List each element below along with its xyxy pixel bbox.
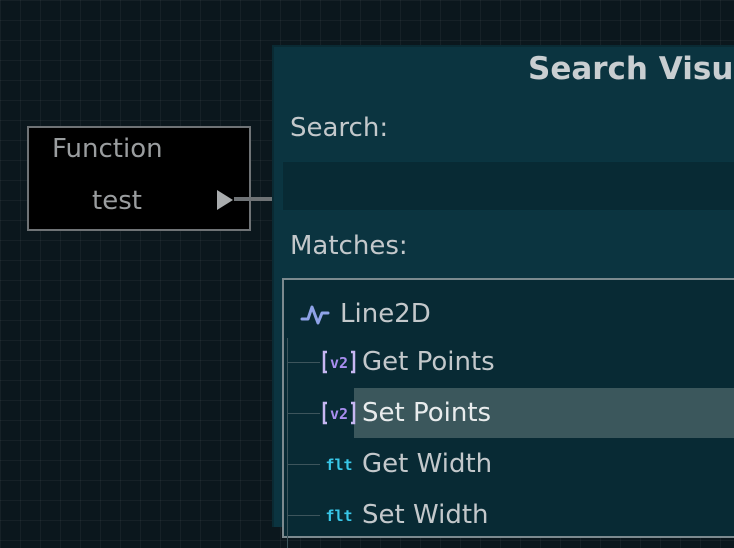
matches-tree[interactable]: Line2D v2 Get Points v2 Set Points flt G… bbox=[282, 278, 734, 548]
line-chart-icon bbox=[300, 305, 330, 325]
vector2-type-icon: v2 bbox=[322, 350, 356, 374]
tree-item-label: Set Width bbox=[362, 500, 489, 530]
tree-item-line2d[interactable]: Line2D bbox=[300, 296, 431, 332]
tree-item-label: Get Points bbox=[362, 347, 495, 377]
vector2-type-icon: v2 bbox=[322, 401, 356, 425]
search-label: Search: bbox=[290, 113, 389, 143]
node-name-label: test bbox=[92, 186, 142, 216]
function-node[interactable]: Function test bbox=[27, 126, 251, 231]
svg-text:flt: flt bbox=[325, 507, 352, 525]
svg-text:v2: v2 bbox=[330, 354, 348, 372]
search-input[interactable] bbox=[282, 161, 734, 211]
tree-item-get-points[interactable]: v2 Get Points bbox=[288, 337, 734, 387]
tree-item-label: Set Points bbox=[362, 398, 492, 428]
tree-item-label: Get Width bbox=[362, 449, 493, 479]
float-type-icon: flt bbox=[322, 452, 356, 476]
svg-text:v2: v2 bbox=[330, 405, 348, 423]
node-type-label: Function bbox=[52, 134, 163, 164]
tree-item-label: Line2D bbox=[340, 299, 431, 329]
svg-text:flt: flt bbox=[325, 456, 352, 474]
connection-wire bbox=[234, 197, 274, 201]
tree-item-set-points[interactable]: v2 Set Points bbox=[288, 388, 734, 438]
dialog-title: Search Visual bbox=[528, 51, 734, 87]
tree-item-get-width[interactable]: flt Get Width bbox=[288, 439, 734, 489]
float-type-icon: flt bbox=[322, 503, 356, 527]
tree-item-set-width[interactable]: flt Set Width bbox=[288, 490, 734, 540]
output-port-arrow-icon[interactable] bbox=[217, 190, 233, 210]
matches-label: Matches: bbox=[290, 231, 408, 261]
search-visual-dialog: Search Visual Search: Matches: Line2D v2… bbox=[272, 45, 734, 548]
